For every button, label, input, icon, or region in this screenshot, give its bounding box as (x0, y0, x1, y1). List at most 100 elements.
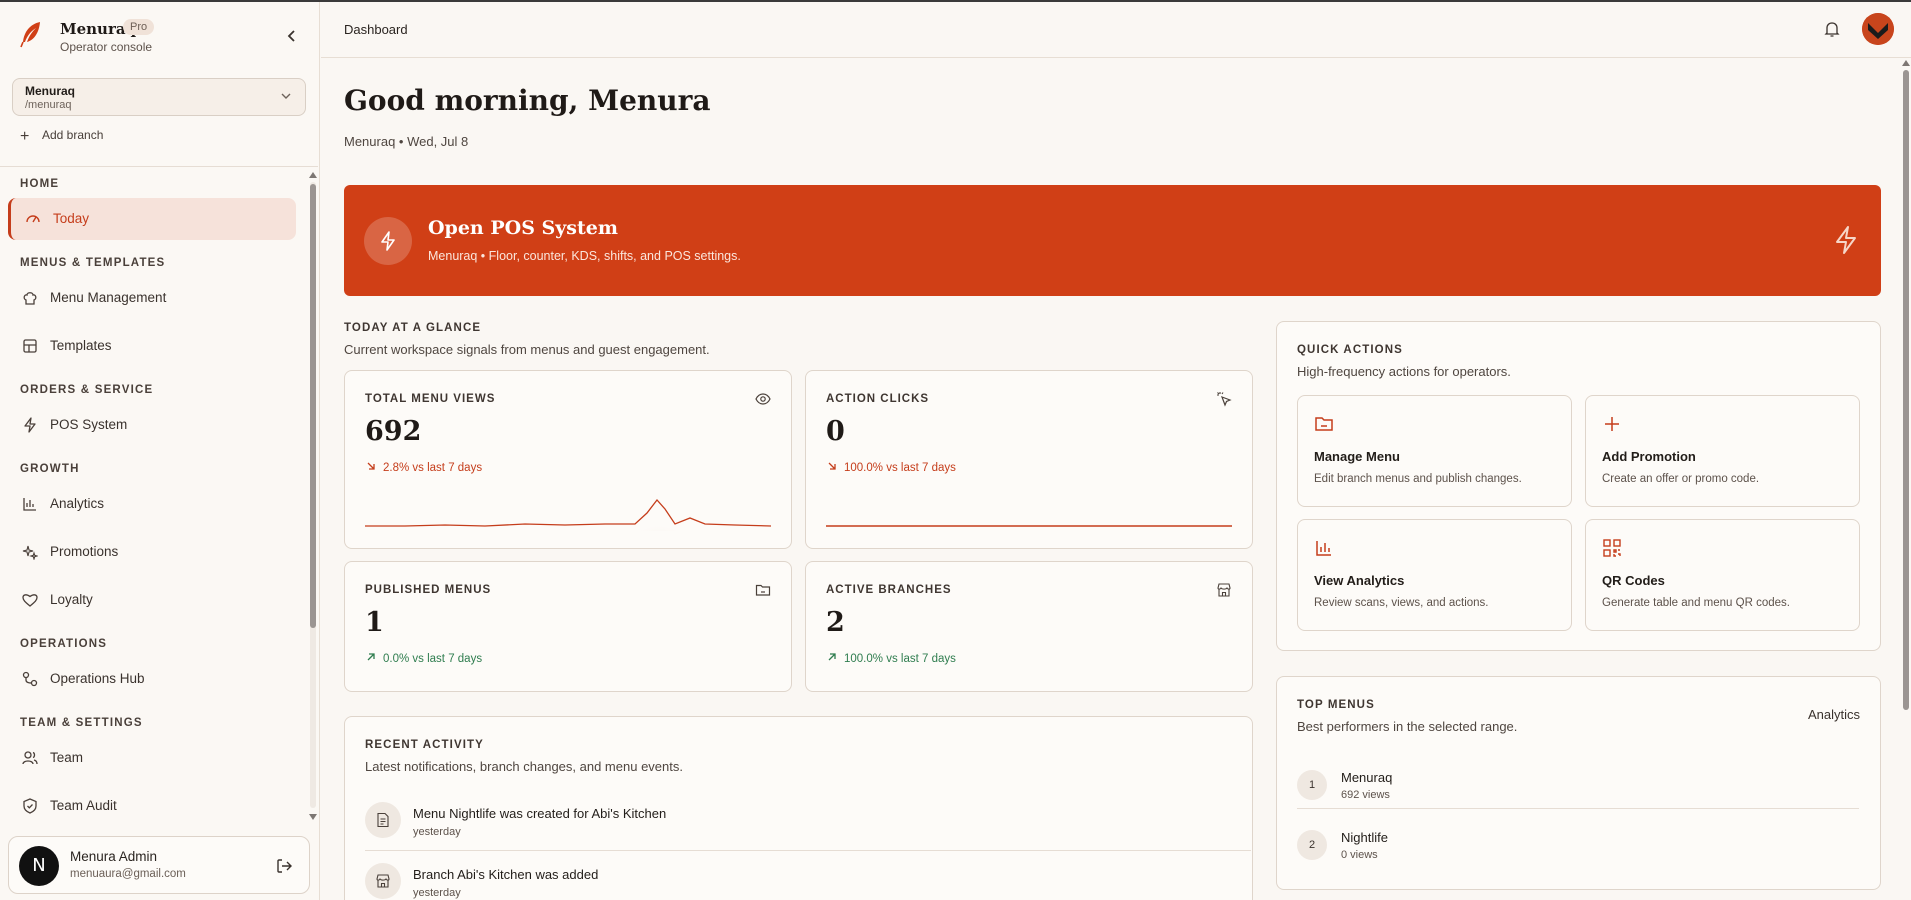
sidebar-item-label: Today (53, 211, 90, 226)
scrollbar-thumb[interactable] (310, 184, 316, 628)
stat-delta: 2.8% vs last 7 days (365, 461, 482, 474)
user-email: menuaura@gmail.com (70, 868, 186, 880)
nav-section-growth: GROWTH (20, 463, 80, 475)
sidebar-item-analytics[interactable]: Analytics (8, 483, 296, 525)
sidebar-item-templates[interactable]: Templates (8, 325, 296, 367)
nav-section-team: TEAM & SETTINGS (20, 717, 143, 729)
breadcrumb[interactable]: Dashboard (344, 22, 408, 37)
tile-title: Add Promotion (1602, 449, 1696, 464)
sidebar-scrollbar[interactable] (308, 170, 318, 822)
stat-delta: 100.0% vs last 7 days (826, 652, 956, 665)
add-promotion-button[interactable]: Add Promotion Create an offer or promo c… (1585, 395, 1860, 507)
sidebar-item-label: POS System (50, 417, 128, 432)
sidebar-item-today[interactable]: Today (8, 198, 296, 240)
stat-delta-text: 2.8% vs last 7 days (383, 462, 483, 474)
stat-card-published-menus: PUBLISHED MENUS 1 0.0% vs last 7 days (344, 561, 792, 692)
gauge-icon (26, 215, 40, 223)
folder-icon (755, 584, 771, 596)
stat-value: 1 (365, 607, 384, 638)
sidebar: Menuraq Pro Operator console Menuraq /me… (0, 2, 320, 900)
sparkline-total-views (365, 498, 771, 531)
quick-actions-title: QUICK ACTIONS (1297, 344, 1403, 356)
feather-logo-icon (20, 22, 40, 48)
sidebar-item-label: Templates (50, 338, 112, 353)
bolt-icon (1836, 226, 1856, 254)
divider (365, 850, 1251, 851)
sidebar-item-operations-hub[interactable]: Operations Hub (8, 658, 296, 700)
qr-codes-button[interactable]: QR Codes Generate table and menu QR code… (1585, 519, 1860, 631)
divider (1297, 808, 1859, 809)
users-icon (22, 751, 38, 765)
profile-avatar[interactable] (1862, 13, 1894, 45)
branch-selector[interactable]: Menuraq /menuraq (12, 78, 306, 116)
analytics-link[interactable]: Analytics (1808, 707, 1860, 722)
list-item[interactable]: 1 Menuraq 692 views (1297, 762, 1859, 822)
sidebar-item-team-audit[interactable]: Team Audit (8, 785, 296, 820)
open-pos-banner[interactable]: Open POS System Menuraq • Floor, counter… (344, 185, 1881, 296)
scrollbar-thumb[interactable] (1903, 70, 1909, 710)
add-branch-button[interactable]: + Add branch (20, 128, 103, 146)
activity-time: yesterday (413, 826, 461, 838)
sidebar-item-loyalty[interactable]: Loyalty (8, 579, 296, 621)
sidebar-item-pos-system[interactable]: POS System (8, 404, 296, 446)
shield-icon (23, 798, 37, 814)
bell-icon[interactable] (1823, 20, 1841, 38)
arrow-down-right-icon (828, 462, 836, 470)
sidebar-item-promotions[interactable]: Promotions (8, 531, 296, 573)
avatar-image (1862, 13, 1894, 45)
scroll-up-arrow[interactable] (309, 172, 317, 178)
scroll-down-arrow[interactable] (309, 814, 317, 820)
quick-actions-card: QUICK ACTIONS High-frequency actions for… (1276, 321, 1881, 651)
sidebar-item-label: Team Audit (50, 798, 117, 813)
bar-chart-icon (23, 498, 36, 511)
nav-section-menus: MENUS & TEMPLATES (20, 257, 166, 269)
stat-value: 2 (826, 607, 845, 638)
store-icon (1217, 583, 1231, 597)
activity-text: Branch Abi's Kitchen was added (413, 867, 599, 882)
collapse-sidebar-button[interactable] (282, 26, 302, 46)
sidebar-item-label: Team (50, 750, 84, 765)
sidebar-item-menu-management[interactable]: Menu Management (8, 277, 296, 319)
stat-card-active-branches: ACTIVE BRANCHES 2 100.0% vs last 7 days (805, 561, 1253, 692)
stat-delta: 100.0% vs last 7 days (826, 461, 956, 474)
chevron-left-icon (287, 30, 295, 42)
nav-section-orders: ORDERS & SERVICE (20, 384, 154, 396)
menu-name: Menuraq (1341, 770, 1393, 785)
store-icon (376, 874, 390, 888)
add-branch-label: Add branch (42, 128, 104, 142)
menu-views: 0 views (1341, 849, 1378, 861)
chef-hat-icon (23, 292, 37, 305)
bar-chart-icon (1316, 541, 1331, 556)
list-item[interactable]: 2 Nightlife 0 views (1297, 822, 1859, 882)
menu-name: Nightlife (1341, 830, 1388, 845)
rank-badge: 1 (1297, 770, 1327, 800)
manage-menu-button[interactable]: Manage Menu Edit branch menus and publis… (1297, 395, 1572, 507)
activity-icon (365, 802, 401, 838)
arrow-up-right-icon (828, 653, 836, 661)
list-item[interactable]: Menu Nightlife was created for Abi's Kit… (365, 802, 1251, 862)
file-icon (377, 812, 389, 828)
pos-banner-description: Menuraq • Floor, counter, KDS, shifts, a… (428, 249, 741, 263)
stat-card-action-clicks: ACTION CLICKS 0 100.0% vs last 7 days (805, 370, 1253, 549)
avatar[interactable]: N (19, 846, 59, 886)
glance-description: Current workspace signals from menus and… (344, 342, 710, 357)
pos-banner-title: Open POS System (428, 217, 618, 239)
chevron-down-icon (281, 93, 291, 99)
tile-description: Generate table and menu QR codes. (1602, 597, 1790, 609)
activity-icon (365, 863, 401, 899)
stat-name: ACTION CLICKS (826, 393, 930, 405)
plus-icon: + (20, 128, 30, 145)
cursor-click-icon (1217, 392, 1232, 407)
logout-icon[interactable] (275, 857, 293, 875)
scroll-up-arrow[interactable] (1902, 60, 1910, 66)
view-analytics-button[interactable]: View Analytics Review scans, views, and … (1297, 519, 1572, 631)
tile-title: Manage Menu (1314, 449, 1400, 464)
menu-views: 692 views (1341, 789, 1390, 801)
main-scrollbar[interactable] (1900, 58, 1911, 900)
sidebar-item-label: Analytics (50, 496, 105, 511)
sidebar-nav: HOME Today MENUS & TEMPLATES Menu Manage… (0, 168, 308, 820)
list-item[interactable]: Branch Abi's Kitchen was added yesterday (365, 863, 1251, 900)
arrow-up-right-icon (367, 653, 375, 661)
sidebar-item-team[interactable]: Team (8, 737, 296, 779)
sidebar-item-label: Operations Hub (50, 671, 145, 686)
